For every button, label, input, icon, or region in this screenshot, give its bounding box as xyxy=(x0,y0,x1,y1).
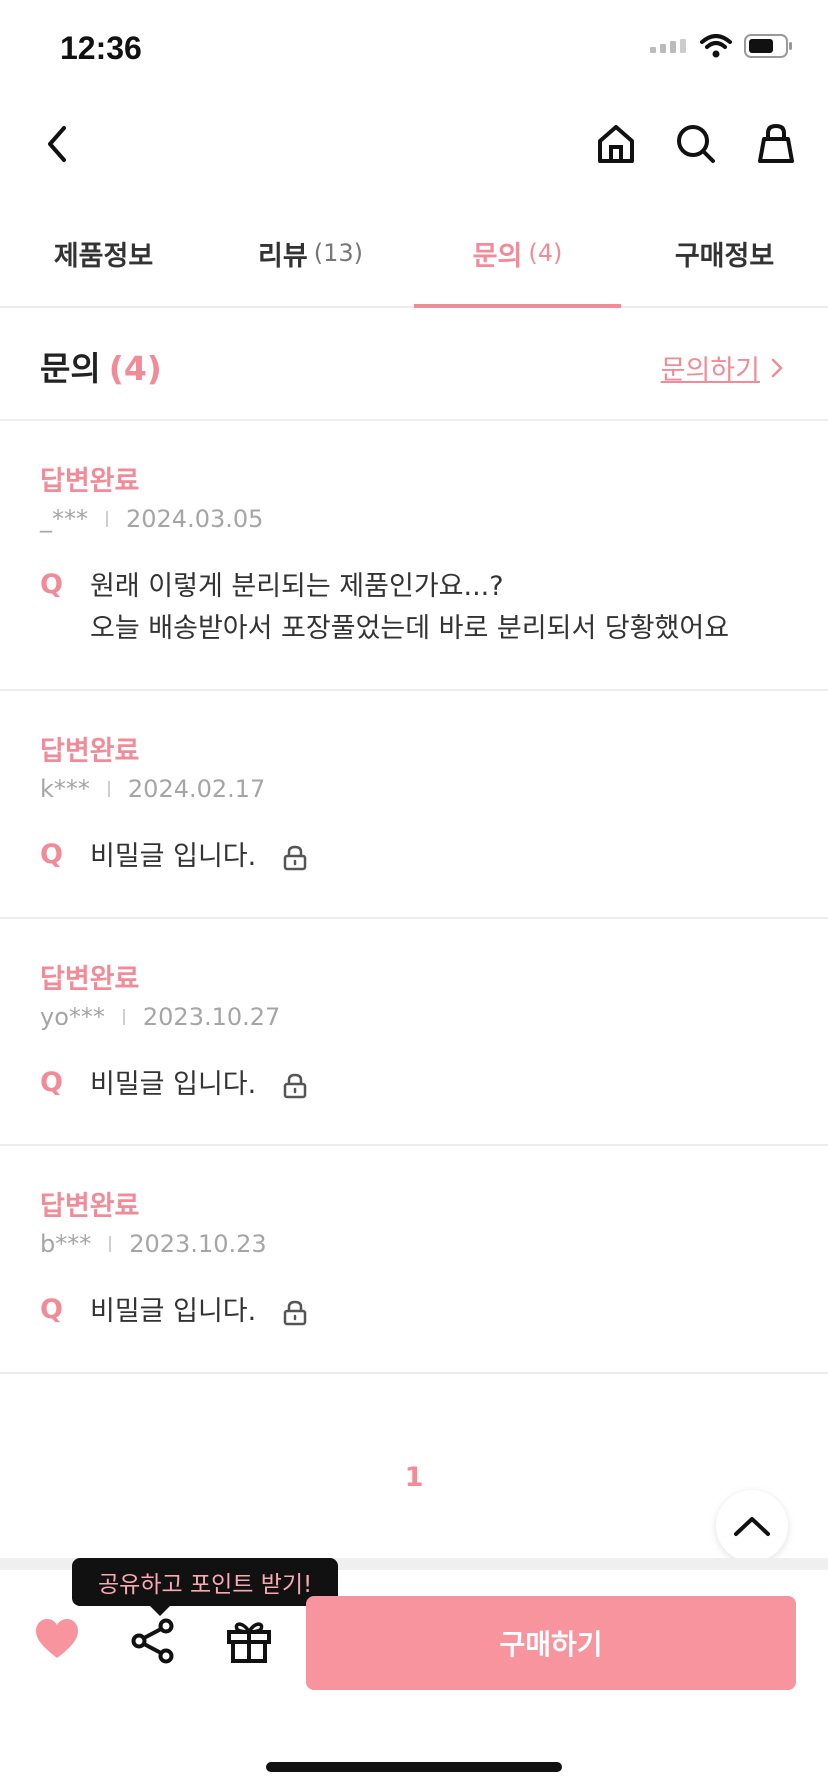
inquiry-user: _*** xyxy=(40,505,88,533)
inquiry-item[interactable]: 답변완료 b*** 2023.10.23 Q 비밀글 입니다. xyxy=(0,1146,828,1374)
inquiry-item[interactable]: 답변완료 k*** 2024.02.17 Q 비밀글 입니다. xyxy=(0,691,828,919)
inquiry-user: k*** xyxy=(40,775,90,803)
lock-icon xyxy=(283,1073,307,1098)
inquiry-user: yo*** xyxy=(40,1003,105,1031)
wifi-icon xyxy=(700,34,732,58)
status-time: 12:36 xyxy=(60,30,142,66)
inquiry-meta: _*** 2024.03.05 xyxy=(40,505,263,533)
status-bar: 12:36 xyxy=(0,0,828,100)
tab-reviews[interactable]: 리뷰 (13) xyxy=(207,200,414,306)
home-button[interactable] xyxy=(594,120,638,168)
nav-actions xyxy=(594,120,798,168)
meta-divider xyxy=(122,1009,125,1025)
tab-label: 문의 xyxy=(472,240,523,272)
inquiry-user: b*** xyxy=(40,1230,92,1258)
inquiry-date: 2023.10.27 xyxy=(142,1003,281,1031)
tab-product-info[interactable]: 제품정보 xyxy=(0,200,207,306)
inquiry-meta: k*** 2024.02.17 xyxy=(40,775,265,803)
scroll-top-button[interactable] xyxy=(716,1490,788,1562)
secret-post-text: 비밀글 입니다. xyxy=(90,1069,257,1100)
inquiry-meta: b*** 2023.10.23 xyxy=(40,1230,267,1258)
inquiry-title: 문의 (4) xyxy=(40,342,162,390)
heart-icon xyxy=(36,1619,78,1658)
share-tooltip: 공유하고 포인트 받기! xyxy=(72,1558,339,1616)
back-button[interactable] xyxy=(38,122,82,166)
chevron-left-icon xyxy=(48,126,66,162)
shopping-bag-icon xyxy=(758,123,794,163)
inquiry-count: (4) xyxy=(108,349,162,388)
question-marker: Q xyxy=(40,1067,63,1098)
nav-bar xyxy=(0,100,828,190)
pagination: 1 xyxy=(0,1462,828,1493)
secret-post-text: 비밀글 입니다. xyxy=(90,1296,257,1327)
page-number-current[interactable]: 1 xyxy=(405,1462,424,1493)
status-icons xyxy=(650,34,794,58)
question-marker: Q xyxy=(40,839,63,870)
question-line: 원래 이렇게 분리되는 제품인가요...? xyxy=(90,571,504,602)
inquiry-title-text: 문의 xyxy=(40,349,101,388)
battery-icon xyxy=(744,34,792,58)
search-button[interactable] xyxy=(674,120,718,168)
inquiry-date: 2024.02.17 xyxy=(127,775,266,803)
question-text: 비밀글 입니다. xyxy=(90,1064,307,1106)
tab-inquiry[interactable]: 문의 (4) xyxy=(414,200,621,308)
lock-icon xyxy=(283,845,307,870)
chevron-right-icon xyxy=(771,358,783,377)
question-marker: Q xyxy=(40,569,63,600)
like-button[interactable] xyxy=(34,1618,80,1664)
gift-icon xyxy=(227,1622,271,1663)
tab-label: 리뷰 xyxy=(258,240,308,272)
home-indicator xyxy=(266,1762,562,1772)
signal-icon xyxy=(650,39,686,53)
tab-count: (13) xyxy=(313,239,363,267)
write-inquiry-label: 문의하기 xyxy=(660,355,760,386)
share-icon xyxy=(131,1618,174,1664)
answer-status: 답변완료 xyxy=(40,964,140,995)
inquiry-date: 2023.10.23 xyxy=(129,1230,267,1258)
question-text: 비밀글 입니다. xyxy=(90,1291,307,1333)
meta-divider xyxy=(106,511,108,527)
meta-divider xyxy=(107,781,110,797)
tab-label: 제품정보 xyxy=(53,240,154,272)
question-text: 비밀글 입니다. xyxy=(90,836,307,878)
gift-button[interactable] xyxy=(226,1618,272,1664)
buy-button[interactable]: 구매하기 xyxy=(306,1596,796,1690)
lock-icon xyxy=(283,1300,307,1325)
inquiry-date: 2024.03.05 xyxy=(126,505,264,533)
inquiry-meta: yo*** 2023.10.27 xyxy=(40,1003,280,1031)
inquiry-item[interactable]: 답변완료 yo*** 2023.10.27 Q 비밀글 입니다. xyxy=(0,919,828,1146)
question-line: 오늘 배송받아서 포장풀었는데 바로 분리되서 당황했어요 xyxy=(90,613,730,644)
share-button[interactable] xyxy=(130,1618,176,1664)
answer-status: 답변완료 xyxy=(40,736,140,767)
inquiry-header: 문의 (4) 문의하기 xyxy=(0,308,828,421)
question-marker: Q xyxy=(40,1294,63,1325)
write-inquiry-link[interactable]: 문의하기 xyxy=(661,348,784,387)
tab-count: (4) xyxy=(528,239,563,267)
answer-status: 답변완료 xyxy=(40,466,140,497)
inquiry-item[interactable]: 답변완료 _*** 2024.03.05 Q 원래 이렇게 분리되는 제품인가요… xyxy=(0,421,828,691)
product-tabs: 제품정보 리뷰 (13) 문의 (4) 구매정보 xyxy=(0,200,828,308)
secret-post-text: 비밀글 입니다. xyxy=(90,841,257,872)
search-icon xyxy=(677,125,715,163)
cart-button[interactable] xyxy=(754,120,798,168)
chevron-up-icon xyxy=(734,1517,770,1536)
tab-purchase-info[interactable]: 구매정보 xyxy=(621,200,828,306)
answer-status: 답변완료 xyxy=(40,1191,140,1222)
question-text: 원래 이렇게 분리되는 제품인가요...? 오늘 배송받아서 포장풀었는데 바로… xyxy=(90,566,729,650)
meta-divider xyxy=(109,1236,112,1252)
home-icon xyxy=(598,125,634,163)
tab-label: 구매정보 xyxy=(674,240,775,272)
